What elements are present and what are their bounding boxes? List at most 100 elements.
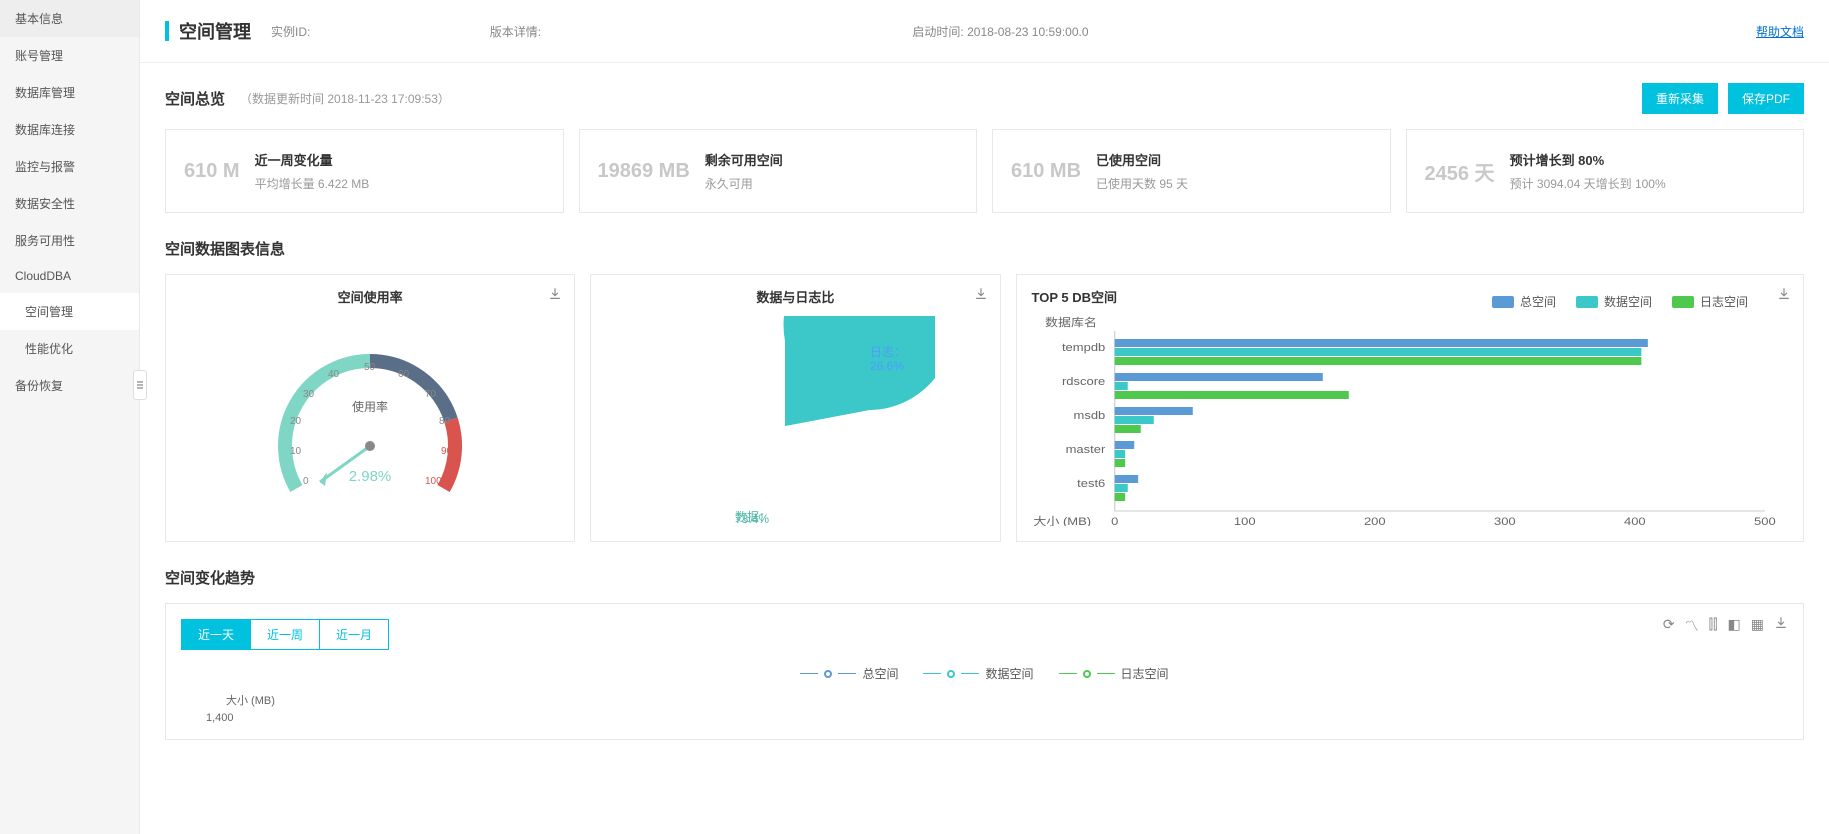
sidebar: 基本信息账号管理数据库管理数据库连接监控与报警数据安全性服务可用性CloudDB… [0, 0, 140, 834]
svg-text:20: 20 [290, 416, 302, 427]
sidebar-item-8[interactable]: 空间管理 [0, 293, 139, 330]
start-time-info: 启动时间: 2018-08-23 10:59:00.0 [912, 23, 1088, 40]
trend-card: 近一天近一周近一月 总空间 数据空间 日志空间 ⟳ 〽 ⫿⫿ ◧ ▦ 大小 (MB)… [165, 603, 1804, 740]
svg-text:80: 80 [439, 416, 451, 427]
main-content: 空间管理 实例ID: 版本详情: 启动时间: 2018-08-23 10:59:… [140, 0, 1829, 834]
sidebar-item-4[interactable]: 监控与报警 [0, 148, 139, 185]
trend-toolbar: ⟳ 〽 ⫿⫿ ◧ ▦ [1663, 616, 1788, 636]
legend-item[interactable]: 数据空间 [923, 665, 1033, 682]
page-title: 空间管理 [179, 18, 251, 44]
sidebar-item-0[interactable]: 基本信息 [0, 0, 139, 37]
overview-subtitle: （数据更新时间 2018-11-23 17:09:53） [240, 90, 450, 107]
svg-text:test6: test6 [1077, 477, 1105, 490]
save-pdf-button[interactable]: 保存PDF [1728, 83, 1804, 114]
charts-header: 空间数据图表信息 [165, 238, 1804, 259]
legend-item[interactable]: 总空间 [800, 665, 898, 682]
stat-value: 610 MB [1011, 160, 1081, 183]
trend-ylabel: 大小 (MB) [226, 692, 1788, 708]
svg-text:10: 10 [290, 446, 302, 457]
trend-tab-2[interactable]: 近一月 [320, 620, 388, 649]
topdb-legend: 总空间 数据空间 日志空间 [1492, 293, 1748, 310]
legend-item[interactable]: 日志空间 [1672, 293, 1748, 310]
stat-value: 19869 MB [598, 160, 690, 183]
svg-text:26.6%: 26.6% [870, 359, 904, 373]
pie-card: 数据与日志比 日志： 26.6% 数据： 73.4% [590, 274, 1000, 542]
stat-sub: 平均增长量 6.422 MB [255, 175, 545, 192]
trend-tab-0[interactable]: 近一天 [182, 620, 251, 649]
svg-text:2.98%: 2.98% [349, 468, 392, 485]
svg-text:300: 300 [1493, 515, 1515, 526]
sidebar-item-10[interactable]: 备份恢复 [0, 367, 139, 404]
gauge-title: 空间使用率 [181, 287, 559, 306]
refresh-icon[interactable]: ⟳ [1663, 616, 1675, 636]
stat-sub: 永久可用 [705, 175, 958, 192]
trend-title: 空间变化趋势 [165, 567, 255, 588]
topdb-title: TOP 5 DB空间 [1032, 287, 1117, 306]
stat-card-0: 610 M 近一周变化量 平均增长量 6.422 MB [165, 129, 564, 213]
stat-value: 610 M [184, 160, 240, 183]
svg-text:200: 200 [1363, 515, 1385, 526]
svg-text:60: 60 [398, 369, 410, 380]
svg-text:0: 0 [1111, 515, 1119, 526]
svg-text:400: 400 [1623, 515, 1645, 526]
charts-row: 空间使用率 01020 304050 607080 [165, 274, 1804, 542]
sidebar-collapse-toggle[interactable] [133, 370, 147, 400]
trend-legend: 总空间 数据空间 日志空间 [181, 665, 1788, 682]
svg-text:73.4%: 73.4% [735, 512, 769, 526]
download-icon[interactable] [1777, 287, 1791, 304]
grid-icon[interactable]: ▦ [1751, 616, 1764, 636]
svg-text:msdb: msdb [1073, 409, 1105, 422]
download-icon[interactable] [548, 287, 562, 304]
page-header: 空间管理 实例ID: 版本详情: 启动时间: 2018-08-23 10:59:… [140, 0, 1829, 63]
legend-item[interactable]: 总空间 [1492, 293, 1556, 310]
svg-text:使用率: 使用率 [352, 399, 388, 414]
help-doc-link[interactable]: 帮助文档 [1756, 23, 1804, 40]
instance-info: 实例ID: [271, 23, 410, 40]
refresh-button[interactable]: 重新采集 [1642, 83, 1718, 114]
svg-text:数据库名: 数据库名 [1045, 316, 1097, 329]
trend-tabs: 近一天近一周近一月 [181, 619, 389, 650]
sidebar-item-1[interactable]: 账号管理 [0, 37, 139, 74]
trend-header: 空间变化趋势 [165, 567, 1804, 588]
sidebar-item-7[interactable]: CloudDBA [0, 259, 139, 293]
sidebar-item-9[interactable]: 性能优化 [0, 330, 139, 367]
overview-title: 空间总览 [165, 88, 225, 109]
trend-tab-1[interactable]: 近一周 [251, 620, 320, 649]
gauge-card: 空间使用率 01020 304050 607080 [165, 274, 575, 542]
stat-label: 已使用空间 [1096, 150, 1371, 169]
svg-text:40: 40 [328, 369, 340, 380]
svg-text:100: 100 [1233, 515, 1255, 526]
sidebar-item-6[interactable]: 服务可用性 [0, 222, 139, 259]
download-icon[interactable] [974, 287, 988, 304]
stat-sub: 已使用天数 95 天 [1096, 175, 1371, 192]
stat-card-2: 610 MB 已使用空间 已使用天数 95 天 [992, 129, 1391, 213]
stat-label: 剩余可用空间 [705, 150, 958, 169]
svg-text:tempdb: tempdb [1061, 341, 1105, 354]
svg-text:90: 90 [441, 446, 453, 457]
svg-text:500: 500 [1754, 515, 1776, 526]
sidebar-item-5[interactable]: 数据安全性 [0, 185, 139, 222]
area-icon[interactable]: 〽 [1685, 616, 1699, 636]
bar-icon[interactable]: ⫿⫿ [1709, 616, 1718, 636]
stat-card-1: 19869 MB 剩余可用空间 永久可用 [579, 129, 978, 213]
sidebar-item-3[interactable]: 数据库连接 [0, 111, 139, 148]
stat-value: 2456 天 [1425, 157, 1495, 186]
svg-text:0: 0 [303, 476, 309, 487]
stat-label: 近一周变化量 [255, 150, 545, 169]
stat-sub: 预计 3094.04 天增长到 100% [1510, 175, 1785, 192]
svg-text:rdscore: rdscore [1061, 375, 1105, 388]
topdb-card: TOP 5 DB空间 总空间 数据空间 日志空间 数据库名 tempdb rdscore… [1016, 274, 1805, 542]
svg-text:master: master [1065, 443, 1105, 456]
svg-text:30: 30 [303, 389, 315, 400]
legend-item[interactable]: 数据空间 [1576, 293, 1652, 310]
stack-icon[interactable]: ◧ [1728, 616, 1741, 636]
svg-text:大小 (MB): 大小 (MB) [1033, 515, 1091, 526]
sidebar-item-2[interactable]: 数据库管理 [0, 74, 139, 111]
download-icon[interactable] [1774, 616, 1788, 636]
version-info: 版本详情: [490, 23, 833, 40]
charts-title: 空间数据图表信息 [165, 238, 285, 259]
legend-item[interactable]: 日志空间 [1059, 665, 1169, 682]
svg-text:日志：: 日志： [870, 345, 906, 359]
trend-ytick: 1,400 [206, 712, 1788, 724]
overview-header: 空间总览 （数据更新时间 2018-11-23 17:09:53） 重新采集 保… [165, 83, 1804, 114]
